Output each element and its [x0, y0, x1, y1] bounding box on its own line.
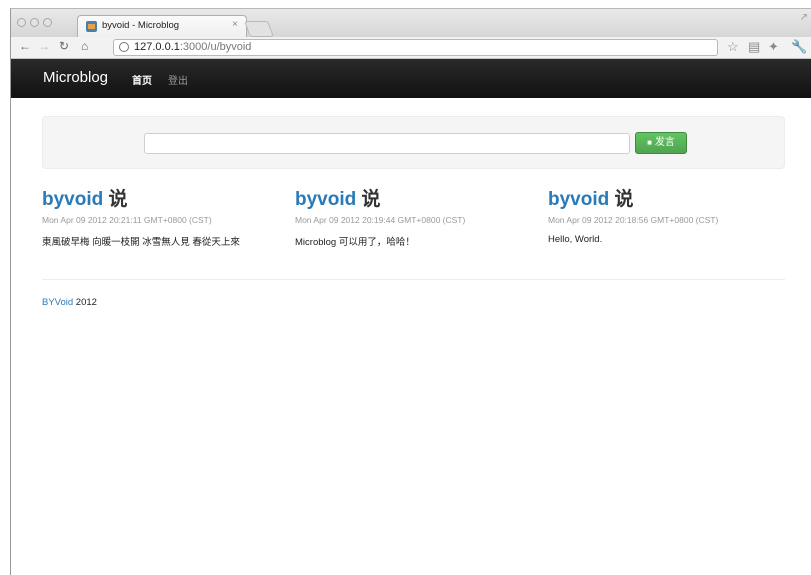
post-item: byvoid 说 Mon Apr 09 2012 20:19:44 GMT+08…: [295, 189, 535, 248]
content-divider: [42, 279, 785, 280]
post-timestamp: Mon Apr 09 2012 20:18:56 GMT+0800 (CST): [548, 215, 719, 225]
post-item: byvoid 说 Mon Apr 09 2012 20:18:56 GMT+08…: [548, 189, 788, 245]
footer-year: 2012: [73, 297, 97, 308]
home-icon[interactable]: ⌂: [81, 39, 88, 53]
page-menu-icon[interactable]: ▤: [748, 39, 760, 55]
browser-window: byvoid - Microblog × ↗ ← → ↻ ⌂ 127.0.0.1…: [10, 8, 811, 575]
nav-link-home[interactable]: 首页: [132, 72, 152, 87]
nav-link-logout[interactable]: 登出: [168, 72, 188, 87]
post-heading: byvoid 说: [548, 189, 788, 211]
post-timestamp: Mon Apr 09 2012 20:19:44 GMT+0800 (CST): [295, 215, 466, 225]
address-url: 127.0.0.1:3000/u/byvoid: [134, 41, 251, 53]
brand-link[interactable]: Microblog: [43, 69, 108, 86]
post-heading: byvoid 说: [295, 189, 535, 211]
post-body: 東風破早梅 向暖一枝開 冰雪無人見 春從天上來: [42, 237, 240, 248]
extension-puzzle-icon[interactable]: ✦: [768, 39, 779, 55]
reload-icon[interactable]: ↻: [59, 39, 69, 53]
top-navbar: Microblog 首页 登出: [11, 59, 811, 98]
post-user-link[interactable]: byvoid: [295, 189, 356, 210]
post-item: byvoid 说 Mon Apr 09 2012 20:21:11 GMT+08…: [42, 189, 282, 248]
post-verb: 说: [614, 189, 634, 210]
post-verb: 说: [108, 189, 128, 210]
browser-tab[interactable]: byvoid - Microblog ×: [77, 15, 247, 37]
post-user-link[interactable]: byvoid: [42, 189, 103, 210]
post-submit-button[interactable]: ■ 发言: [635, 132, 687, 154]
post-input[interactable]: [144, 133, 630, 154]
post-verb: 说: [361, 189, 381, 210]
page-content: Microblog 首页 登出 ■ 发言 byvoid 说 Mon Apr 09 …: [11, 59, 811, 575]
zoom-window-icon[interactable]: [43, 18, 52, 27]
url-path: :3000/u/byvoid: [179, 41, 252, 53]
minimize-window-icon[interactable]: [30, 18, 39, 27]
page-footer: BYVoid 2012: [42, 297, 97, 308]
new-tab-button[interactable]: [244, 21, 274, 37]
url-host: 127.0.0.1: [134, 41, 180, 53]
back-arrow-icon[interactable]: ←: [19, 39, 31, 53]
wrench-icon[interactable]: 🔧: [791, 39, 807, 55]
browser-toolbar: ← → ↻ ⌂ 127.0.0.1:3000/u/byvoid ☆ ▤ ✦ 🔧: [11, 37, 811, 59]
post-submit-label: 发言: [654, 137, 675, 148]
forward-arrow-icon[interactable]: →: [38, 39, 50, 53]
tab-close-icon[interactable]: ×: [232, 19, 238, 30]
site-favicon-icon: [86, 21, 97, 32]
comment-icon: ■: [647, 138, 652, 147]
tab-title: byvoid - Microblog: [102, 20, 180, 31]
address-bar[interactable]: 127.0.0.1:3000/u/byvoid: [113, 39, 718, 56]
tab-strip: byvoid - Microblog × ↗: [11, 9, 811, 37]
globe-icon: [119, 42, 129, 52]
post-body: Hello, World.: [548, 234, 603, 245]
bookmark-star-icon[interactable]: ☆: [727, 39, 739, 55]
close-window-icon[interactable]: [17, 18, 26, 27]
post-heading: byvoid 说: [42, 189, 282, 211]
post-body: Microblog 可以用了，哈哈！: [295, 237, 415, 248]
resize-corner-icon: ↗: [799, 12, 808, 23]
post-timestamp: Mon Apr 09 2012 20:21:11 GMT+0800 (CST): [42, 215, 212, 225]
post-user-link[interactable]: byvoid: [548, 189, 609, 210]
post-composer: ■ 发言: [42, 116, 785, 169]
footer-author-link[interactable]: BYVoid: [42, 297, 73, 308]
